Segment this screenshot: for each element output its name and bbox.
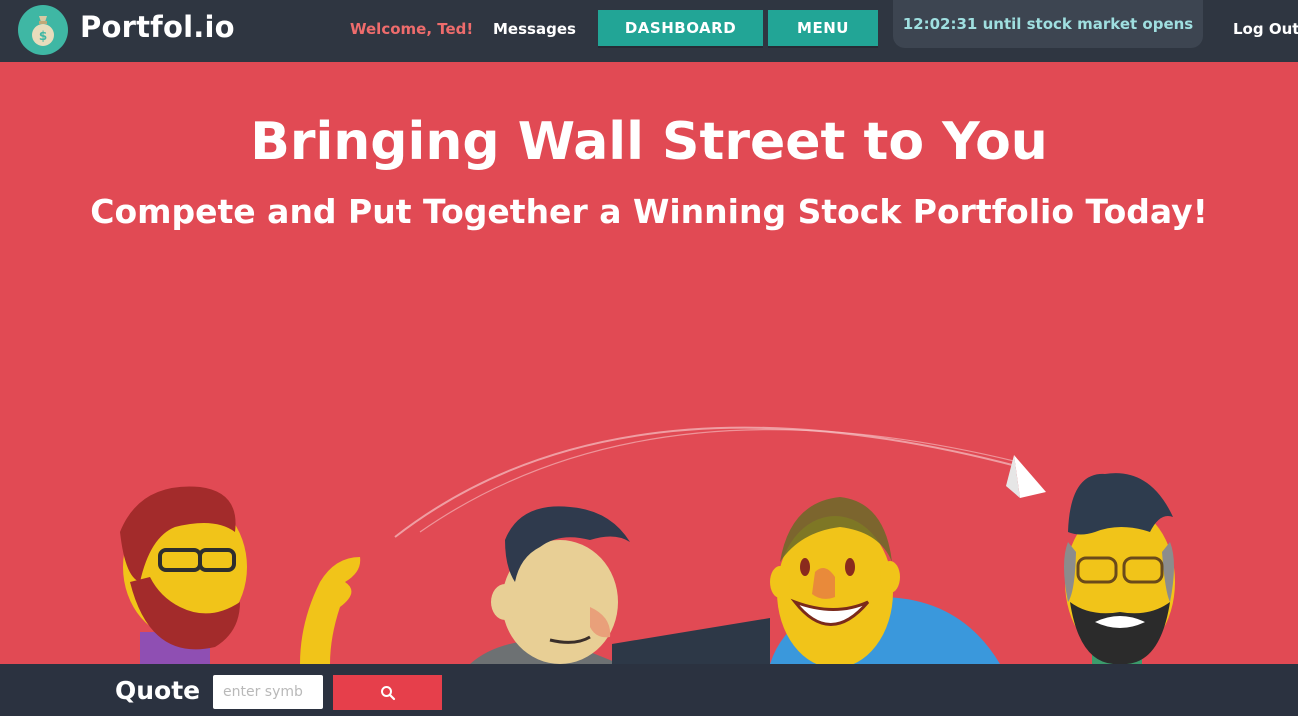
messages-link[interactable]: Messages [493, 20, 576, 38]
hero-title: Bringing Wall Street to You [250, 112, 1048, 172]
search-icon [380, 685, 395, 700]
quote-label: Quote [115, 676, 201, 705]
money-bag-icon: $ [32, 16, 54, 46]
brand-name[interactable]: Portfol.io [80, 10, 235, 44]
quote-search-button[interactable] [333, 675, 442, 710]
market-countdown: 12:02:31 until stock market opens [893, 0, 1203, 48]
countdown-text: 12:02:31 until stock market opens [902, 15, 1194, 33]
hero-section: Bringing Wall Street to You Compete and … [0, 62, 1298, 664]
svg-text:$: $ [39, 29, 47, 43]
paper-airplane-icon [1006, 455, 1046, 498]
menu-button[interactable]: MENU [768, 10, 878, 46]
person-at-computer [470, 506, 770, 664]
logout-link[interactable]: Log Out [1233, 20, 1298, 38]
top-nav: $ Portfol.io Welcome, Ted! Messages DASH… [0, 0, 1298, 62]
logo[interactable]: $ [18, 5, 68, 55]
welcome-text: Welcome, Ted! [350, 20, 474, 38]
dashboard-button[interactable]: DASHBOARD [598, 10, 763, 46]
quote-bar: Quote [0, 664, 1298, 716]
person-glasses-right [1064, 473, 1175, 664]
hero-subtitle: Compete and Put Together a Winning Stock… [90, 192, 1208, 231]
quote-symbol-input[interactable] [213, 675, 323, 709]
person-bearded-left [120, 486, 361, 664]
person-smiling [770, 497, 1000, 664]
